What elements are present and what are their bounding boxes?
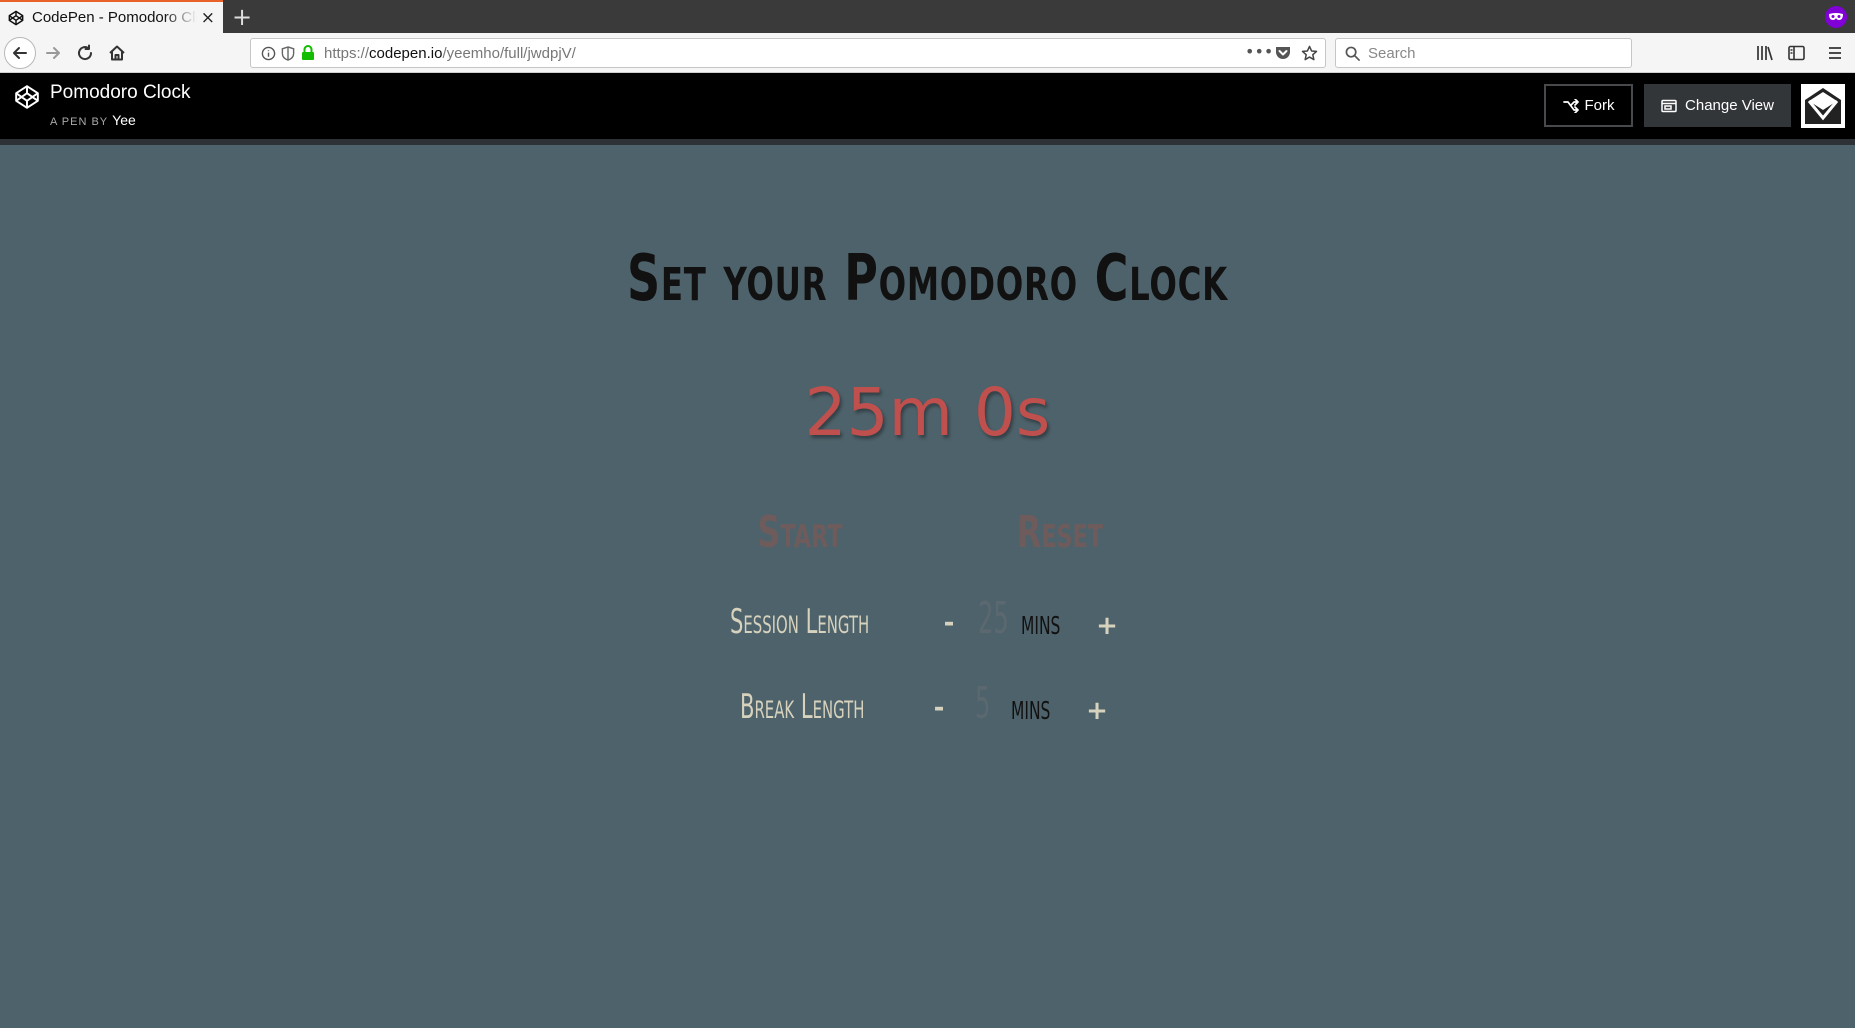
session-decrement-button[interactable]: - — [937, 608, 961, 638]
home-button[interactable] — [102, 38, 132, 68]
private-browsing-icon — [1825, 6, 1847, 28]
codepen-header: Pomodoro Clock A PEN BY Yee Fork Change V… — [0, 73, 1855, 139]
url-text[interactable]: https://codepen.io/yeemho/full/jwdpjV/ — [324, 45, 576, 62]
back-button[interactable] — [4, 37, 36, 69]
tab-close-icon[interactable]: × — [201, 8, 215, 28]
codepen-logo-icon[interactable] — [14, 84, 40, 110]
break-decrement-button[interactable]: - — [927, 693, 951, 723]
back-arrow-icon — [13, 47, 27, 59]
author-link[interactable]: Yee — [112, 112, 136, 128]
session-length-value: 25 — [978, 593, 1009, 644]
header-divider — [0, 139, 1855, 145]
forward-arrow-icon — [46, 47, 60, 59]
tab-title: CodePen - Pomodoro Clock — [32, 9, 197, 26]
new-tab-button[interactable]: + — [232, 3, 252, 31]
codepen-favicon-icon — [8, 10, 24, 26]
fork-label: Fork — [1584, 97, 1615, 114]
by-label: A PEN BY — [50, 116, 109, 128]
url-host: codepen.io — [369, 45, 443, 62]
pen-byline: A PEN BY Yee — [50, 112, 136, 130]
change-view-icon — [1661, 99, 1677, 112]
avatar-image-icon — [1801, 84, 1845, 128]
session-length-label: Session Length — [730, 602, 870, 642]
reload-button[interactable] — [70, 38, 100, 68]
reload-icon — [78, 44, 93, 61]
timer-display: 25m 0s — [804, 374, 1051, 451]
session-increment-button[interactable]: + — [1095, 611, 1119, 641]
secure-lock-icon[interactable] — [301, 45, 315, 61]
reset-button[interactable]: Reset — [988, 507, 1132, 558]
search-box[interactable]: Search — [1335, 38, 1632, 68]
library-icon[interactable] — [1756, 45, 1774, 61]
search-icon — [1345, 46, 1360, 61]
break-length-label: Break Length — [740, 687, 865, 727]
tab-strip: CodePen - Pomodoro Clock × + — [0, 0, 1855, 33]
navigation-toolbar: https://codepen.io/yeemho/full/jwdpjV/ •… — [0, 33, 1855, 73]
browser-tab[interactable]: CodePen - Pomodoro Clock × — [0, 0, 223, 33]
url-path: /yeemho/full/jwdpjV/ — [442, 45, 576, 62]
break-increment-button[interactable]: + — [1085, 696, 1109, 726]
break-length-unit: mins — [1011, 687, 1051, 728]
pen-title: Pomodoro Clock — [50, 82, 191, 103]
menu-icon[interactable] — [1827, 46, 1843, 60]
sidebar-toggle-icon[interactable] — [1788, 45, 1805, 61]
user-avatar[interactable] — [1801, 84, 1845, 128]
pocket-icon[interactable] — [1275, 46, 1291, 61]
page-title: Set your Pomodoro Clock — [627, 242, 1228, 316]
page-actions-icon[interactable]: ••• — [1245, 42, 1273, 61]
fork-icon — [1562, 98, 1579, 113]
forward-button[interactable] — [38, 38, 68, 68]
info-icon[interactable] — [261, 46, 276, 61]
home-icon — [109, 45, 125, 61]
break-length-value: 5 — [975, 678, 991, 729]
start-button[interactable]: Start — [728, 507, 872, 558]
session-length-unit: mins — [1021, 602, 1061, 643]
tracking-shield-icon[interactable] — [281, 46, 295, 61]
address-bar[interactable]: https://codepen.io/yeemho/full/jwdpjV/ •… — [250, 38, 1326, 68]
search-placeholder: Search — [1368, 45, 1416, 62]
fork-button[interactable]: Fork — [1544, 84, 1633, 127]
bookmark-star-icon[interactable] — [1301, 45, 1318, 62]
url-prefix: https:// — [324, 45, 370, 62]
change-view-label: Change View — [1685, 97, 1774, 114]
change-view-button[interactable]: Change View — [1644, 84, 1791, 127]
